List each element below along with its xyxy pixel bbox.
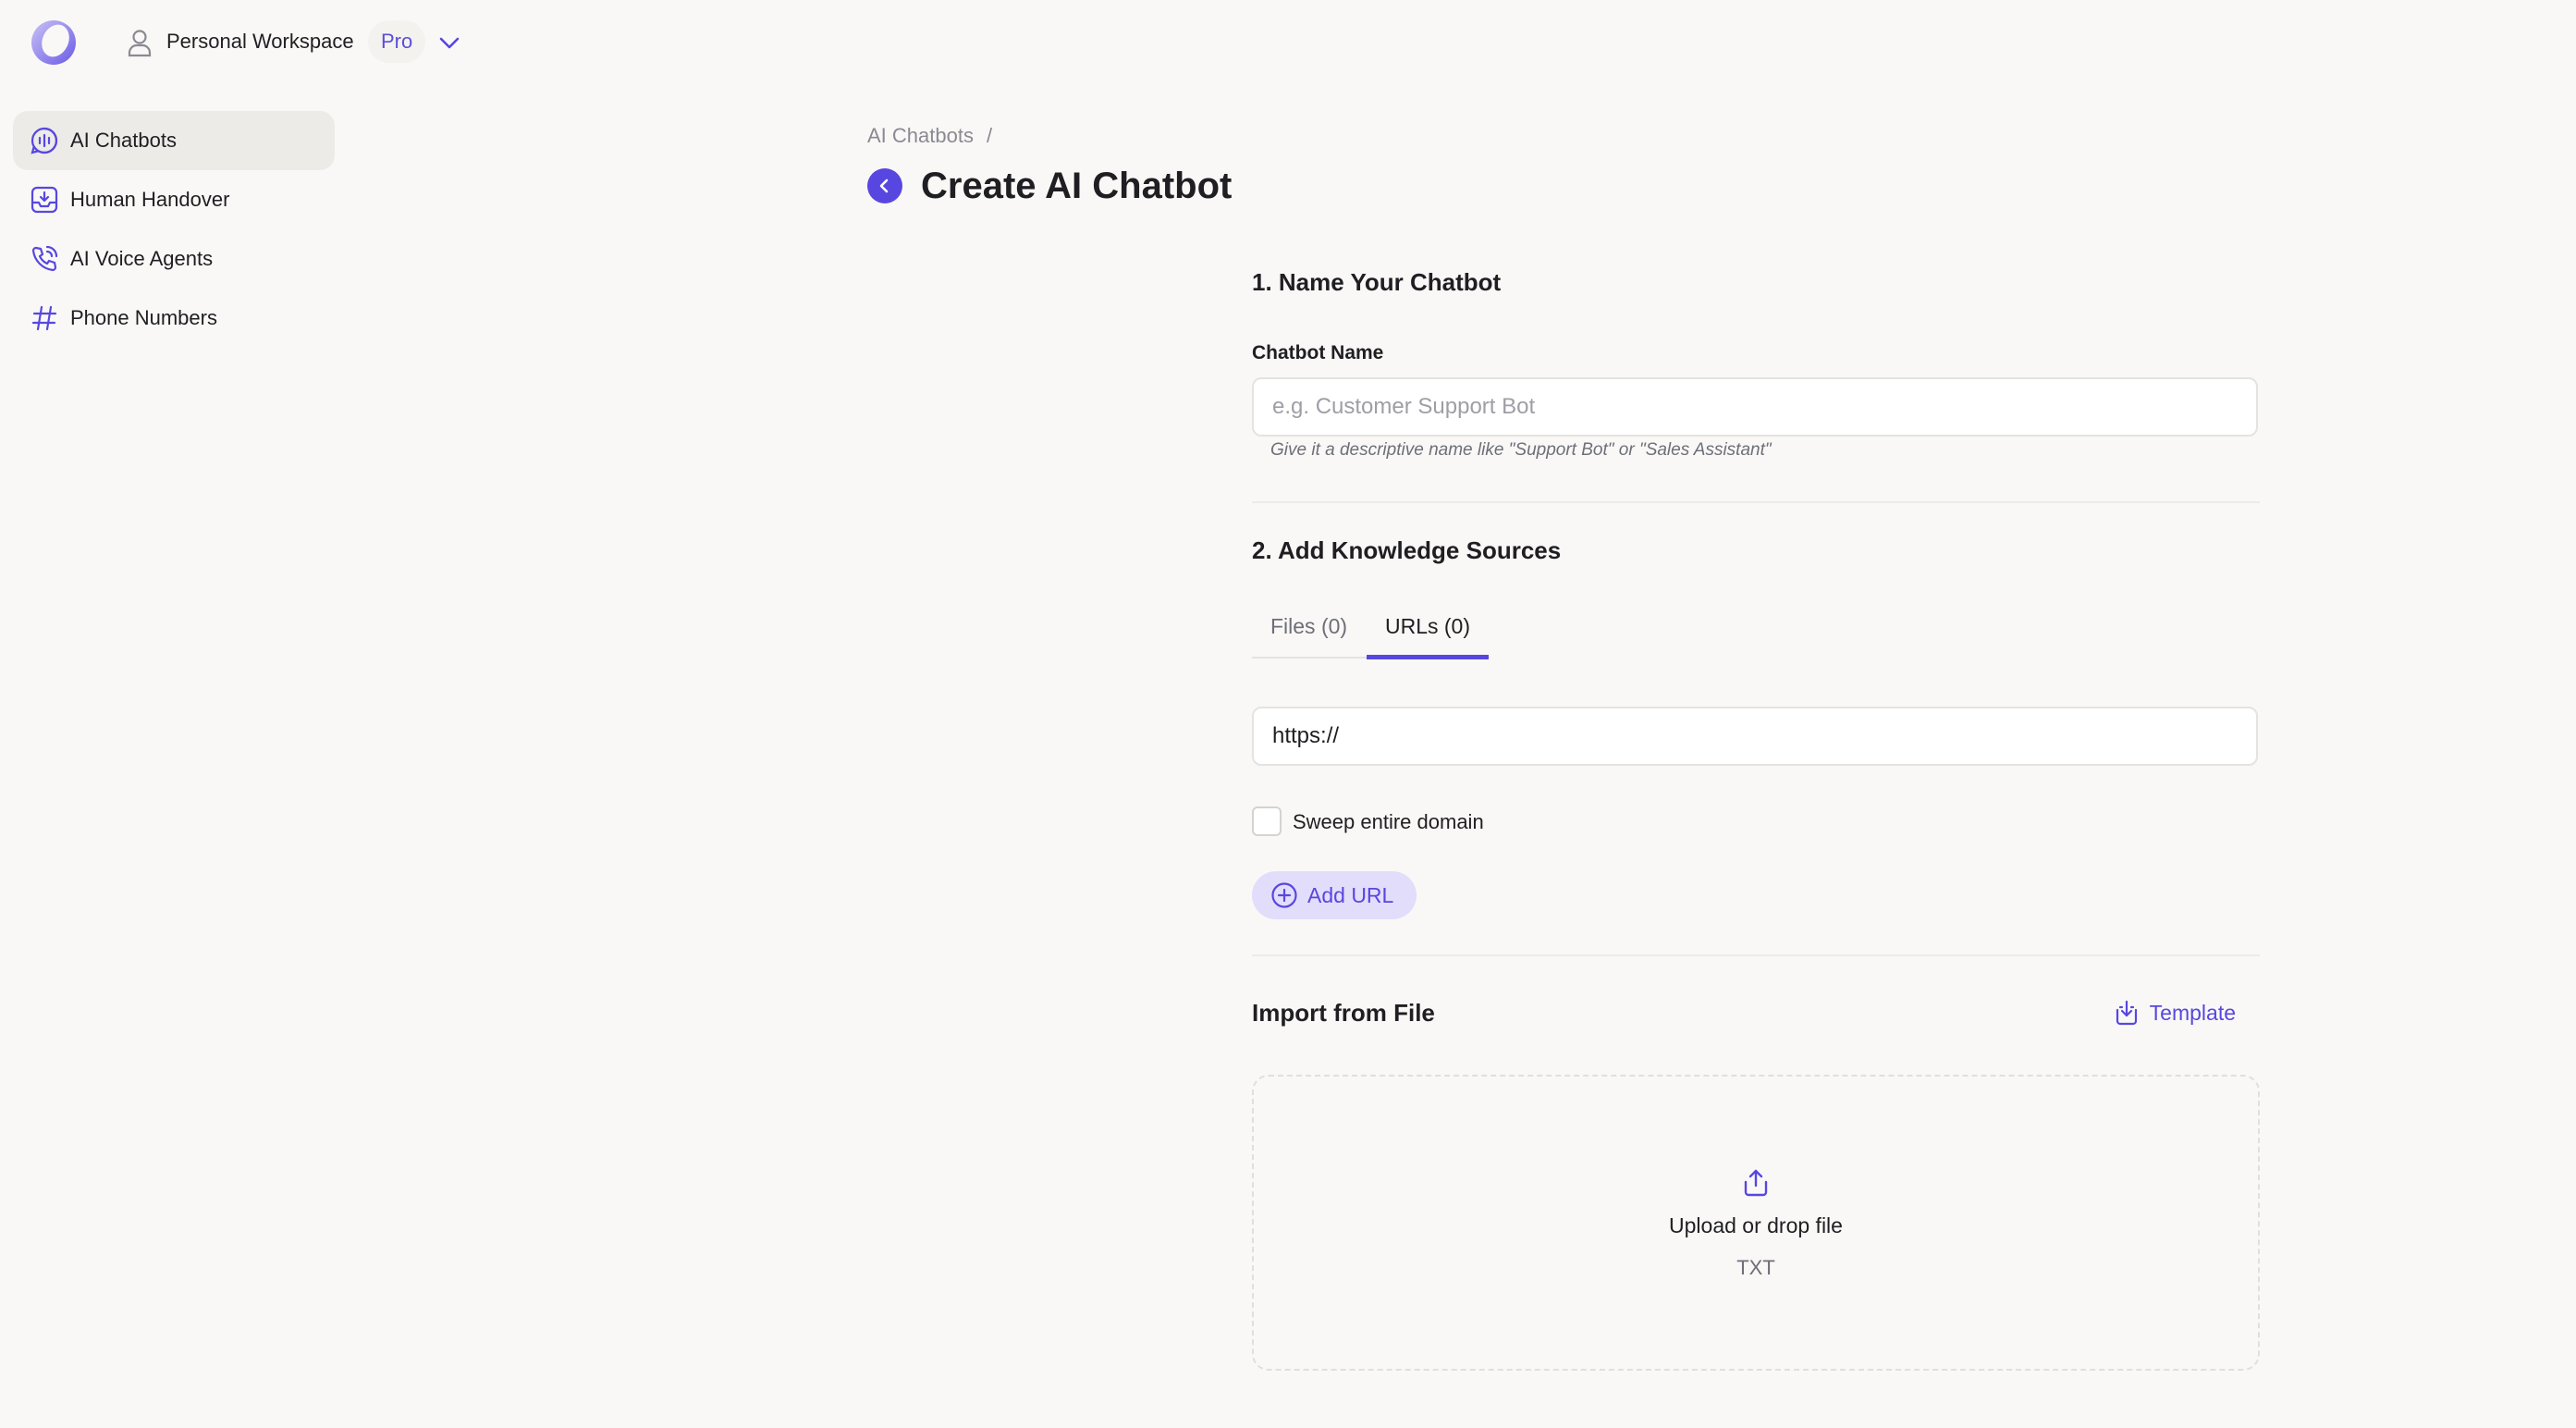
plan-badge: Pro: [368, 20, 426, 63]
sidebar-item-phone-numbers[interactable]: Phone Numbers: [13, 289, 335, 348]
section-title-knowledge: 2. Add Knowledge Sources: [1252, 536, 1562, 564]
inbox-download-icon: [31, 186, 58, 214]
breadcrumb: AI Chatbots /: [867, 124, 992, 148]
app-logo[interactable]: [30, 18, 78, 67]
divider: [1252, 954, 2260, 956]
phone-call-icon: [31, 245, 58, 272]
page-title: Create AI Chatbot: [921, 166, 1233, 206]
section-title-name: 1. Name Your Chatbot: [1252, 268, 1502, 296]
knowledge-tabs: Files (0) URLs (0): [1252, 599, 1489, 659]
import-from-file-title: Import from File: [1252, 999, 1435, 1027]
add-url-label: Add URL: [1307, 882, 1394, 907]
workspace-name[interactable]: Personal Workspace: [166, 29, 354, 55]
plus-circle-icon: [1271, 882, 1297, 908]
back-button[interactable]: [867, 168, 902, 203]
download-template-button[interactable]: Template: [2113, 999, 2236, 1027]
upload-title: Upload or drop file: [1669, 1213, 1843, 1237]
sidebar-item-human-handover[interactable]: Human Handover: [13, 170, 335, 229]
template-label: Template: [2149, 1000, 2236, 1025]
sidebar-item-label: Phone Numbers: [70, 306, 217, 329]
top-bar: Personal Workspace Pro: [0, 0, 2576, 85]
sidebar-item-label: Human Handover: [70, 188, 230, 211]
chatbot-name-input[interactable]: [1252, 377, 2258, 437]
chatbot-icon: [31, 127, 58, 154]
chevron-down-icon[interactable]: [436, 30, 462, 55]
divider: [1252, 501, 2260, 503]
tab-urls[interactable]: URLs (0): [1385, 599, 1470, 659]
breadcrumb-separator: /: [986, 124, 993, 147]
upload-icon: [1744, 1169, 1768, 1197]
user-icon: [128, 30, 152, 57]
sidebar-item-label: AI Voice Agents: [70, 247, 214, 270]
sidebar-item-ai-voice-agents[interactable]: AI Voice Agents: [13, 229, 335, 289]
active-tab-indicator: [1367, 655, 1489, 659]
sidebar: AI Chatbots Human Handover AI Voice Agen…: [13, 111, 335, 348]
sweep-domain-checkbox[interactable]: [1252, 806, 1282, 836]
upload-file-types: TXT: [1736, 1256, 1775, 1279]
chatbot-name-hint: Give it a descriptive name like "Support…: [1270, 440, 1772, 460]
hash-icon: [31, 305, 57, 331]
breadcrumb-item-ai-chatbots[interactable]: AI Chatbots: [867, 124, 974, 147]
tab-files[interactable]: Files (0): [1270, 599, 1347, 659]
download-icon: [2116, 1000, 2137, 1026]
sidebar-item-ai-chatbots[interactable]: AI Chatbots: [13, 111, 335, 170]
sweep-domain-label: Sweep entire domain: [1293, 810, 1484, 833]
chatbot-name-label: Chatbot Name: [1252, 342, 1384, 363]
file-dropzone[interactable]: Upload or drop file TXT: [1252, 1075, 2260, 1371]
add-url-button[interactable]: Add URL: [1252, 871, 1417, 919]
sidebar-item-label: AI Chatbots: [70, 129, 177, 152]
chevron-left-icon: [879, 178, 889, 193]
url-input[interactable]: [1252, 707, 2258, 766]
